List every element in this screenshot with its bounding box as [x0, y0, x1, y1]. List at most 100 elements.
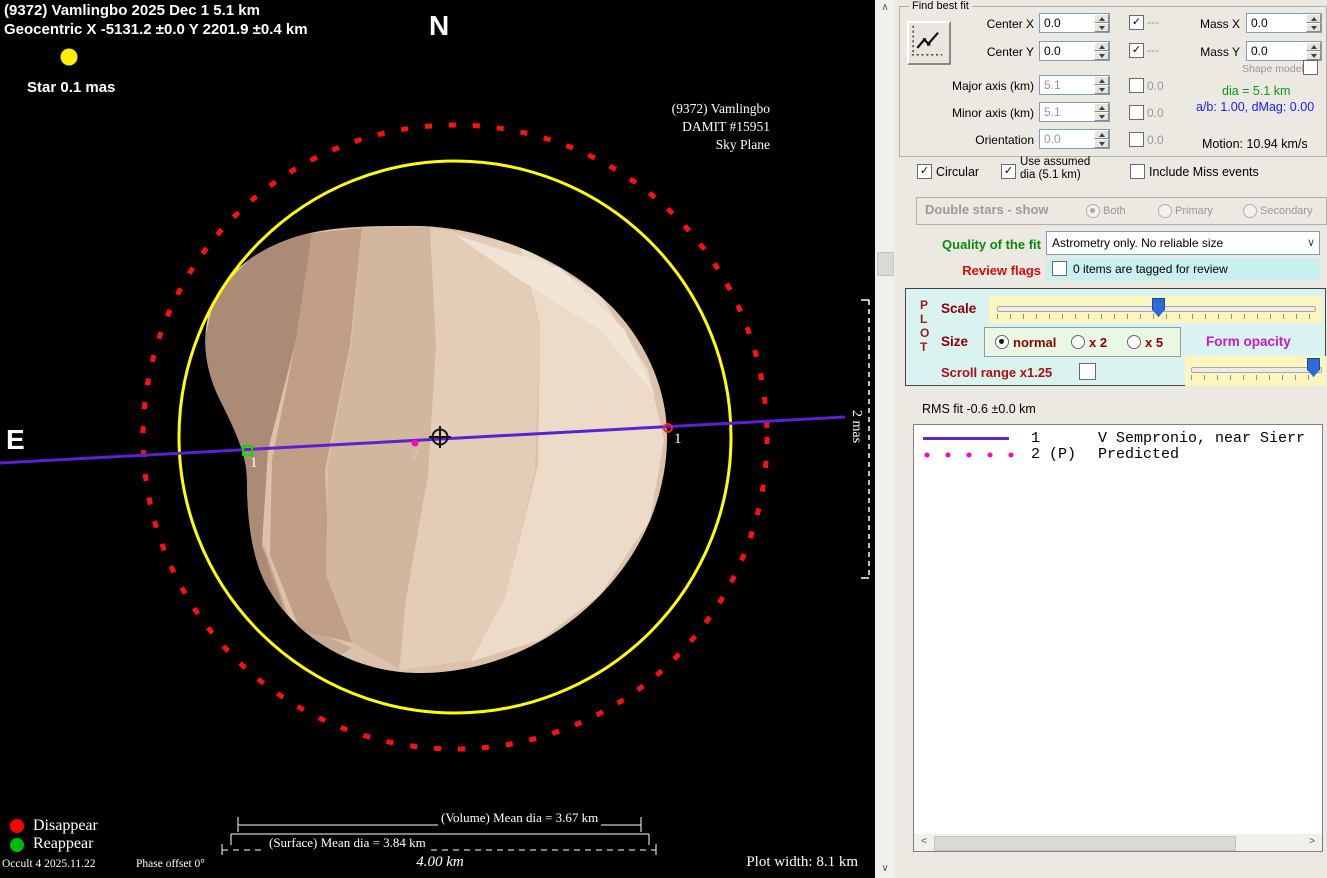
disappear-dot — [10, 819, 24, 833]
minor-axis-up-icon[interactable] — [1094, 103, 1109, 112]
reappear-dot — [10, 838, 24, 852]
major-axis-down-icon[interactable] — [1094, 85, 1109, 94]
legend-predicted-dots-swatch — [923, 451, 1015, 459]
size-x2-radio[interactable] — [1071, 335, 1085, 349]
center-x-spinner[interactable]: 0.0 — [1039, 13, 1110, 33]
mass-x-down-icon[interactable] — [1306, 23, 1321, 32]
form-opacity-slider[interactable] — [1185, 356, 1326, 386]
vertical-scrollbar-thumb[interactable] — [877, 252, 894, 276]
ab-dmag-readout: a/b: 1.00, dMag: 0.00 — [1196, 100, 1314, 114]
reappear-label: Reappear — [33, 835, 93, 853]
scroll-left-icon[interactable]: < — [916, 834, 932, 851]
sky-plane-plot[interactable]: (9372) Vamlingbo 2025 Dec 1 5.1 km Geoce… — [0, 0, 875, 878]
double-stars-label: Double stars - show — [925, 202, 1049, 217]
find-best-fit-label: Find best fit — [909, 0, 972, 12]
form-opacity-label: Form opacity — [1206, 334, 1291, 349]
mass-y-down-icon[interactable] — [1306, 51, 1321, 60]
center-x-down-icon[interactable] — [1094, 23, 1109, 32]
major-axis-aux: 0.0 — [1147, 79, 1164, 93]
phase-offset-label: Phase offset 0° — [136, 858, 205, 870]
shape-model-checkbox[interactable] — [1303, 60, 1318, 75]
chord1-start-number: 1 — [250, 455, 258, 472]
plot-controls-panel: P L O T Scale Size normal x 2 x 5 Form o… — [905, 288, 1326, 386]
orientation-up-icon[interactable] — [1094, 130, 1109, 139]
center-y-up-icon[interactable] — [1094, 42, 1109, 51]
mass-y-spinner[interactable]: 0.0 — [1246, 41, 1322, 61]
orientation-spinner[interactable]: 0.0 — [1039, 129, 1110, 149]
damit-model-line: DAMIT #15951 — [630, 119, 770, 135]
minor-axis-checkbox[interactable] — [1129, 105, 1144, 120]
size-x5-radio[interactable] — [1127, 335, 1141, 349]
double-both-label: Both — [1103, 205, 1126, 217]
major-axis-label: Major axis (km) — [920, 79, 1034, 93]
include-miss-label: Include Miss events — [1149, 165, 1259, 179]
include-miss-checkbox[interactable] — [1130, 164, 1145, 179]
mas-scale-label: 2 mas — [848, 410, 864, 443]
quality-combobox[interactable]: Astrometry only. No reliable size ∨ — [1046, 231, 1320, 255]
size-label: Size — [941, 334, 968, 349]
north-label: N — [429, 10, 449, 42]
orientation-checkbox[interactable] — [1129, 132, 1144, 147]
version-label: Occult 4 2025.11.22 — [2, 858, 95, 870]
circular-checkbox[interactable]: ✓ — [917, 164, 932, 179]
double-primary-radio[interactable] — [1158, 204, 1172, 218]
list-scrollbar-thumb[interactable] — [934, 836, 1236, 851]
use-assumed-label-1: Use assumed — [1020, 156, 1090, 168]
scroll-range-checkbox[interactable] — [1079, 363, 1096, 380]
scale-slider[interactable] — [989, 296, 1322, 323]
center-y-down-icon[interactable] — [1094, 51, 1109, 60]
scroll-up-icon[interactable]: ∧ — [875, 0, 895, 17]
mass-x-spinner[interactable]: 0.0 — [1246, 13, 1322, 33]
predicted-point-number: 2 — [412, 447, 418, 462]
plot-vertical-o: O — [920, 326, 929, 340]
minor-axis-down-icon[interactable] — [1094, 112, 1109, 121]
scroll-down-icon[interactable]: ∨ — [875, 861, 895, 878]
review-flags-label: Review flags — [919, 263, 1041, 278]
center-x-dash: --- — [1147, 15, 1159, 29]
use-assumed-checkbox[interactable]: ✓ — [1001, 164, 1016, 179]
motion-readout: Motion: 10.94 km/s — [1202, 137, 1308, 151]
mass-y-up-icon[interactable] — [1306, 42, 1321, 51]
km-scale-label: 4.00 km — [380, 854, 500, 871]
major-axis-up-icon[interactable] — [1094, 76, 1109, 85]
center-x-checkbox[interactable]: ✓ — [1129, 15, 1144, 30]
find-best-fit-button[interactable] — [907, 21, 951, 65]
vertical-scrollbar[interactable]: ∧ ∨ — [875, 0, 895, 878]
circular-label: Circular — [936, 165, 979, 179]
scroll-right-icon[interactable]: > — [1304, 834, 1320, 851]
center-y-label: Center Y — [954, 45, 1034, 59]
center-y-spinner[interactable]: 0.0 — [1039, 41, 1110, 61]
plot-vertical-l: L — [920, 312, 927, 326]
double-secondary-radio[interactable] — [1243, 204, 1257, 218]
list-horizontal-scrollbar[interactable]: < > — [914, 834, 1322, 851]
orientation-down-icon[interactable] — [1094, 139, 1109, 148]
size-normal-radio[interactable] — [995, 335, 1009, 349]
use-assumed-label-2: dia (5.1 km) — [1020, 169, 1081, 181]
observations-list[interactable]: 1 V Sempronio, near Sierr 2 (P) Predicte… — [913, 424, 1323, 852]
plot-vertical-p: P — [920, 298, 928, 312]
minor-axis-label: Minor axis (km) — [920, 106, 1034, 120]
shape-model-label: Shape model — [1242, 63, 1304, 75]
minor-axis-aux: 0.0 — [1147, 106, 1164, 120]
major-axis-spinner[interactable]: 5.1 — [1039, 75, 1110, 95]
volume-dia-label: (Volume) Mean dia = 3.67 km — [438, 810, 601, 826]
major-axis-checkbox[interactable] — [1129, 78, 1144, 93]
predicted-point — [412, 440, 419, 447]
mass-y-label: Mass Y — [1180, 45, 1240, 59]
occult4-window: (9372) Vamlingbo 2025 Dec 1 5.1 km Geoce… — [0, 0, 1327, 878]
minor-axis-spinner[interactable]: 5.1 — [1039, 102, 1110, 122]
combo-chevron-icon[interactable]: ∨ — [1307, 236, 1315, 249]
surface-dia-label: (Surface) Mean dia = 3.84 km — [266, 835, 429, 851]
star-dot — [61, 49, 78, 66]
double-both-radio[interactable] — [1086, 204, 1100, 218]
center-y-dash: --- — [1147, 43, 1159, 57]
review-flags-checkbox[interactable] — [1052, 261, 1067, 276]
center-y-checkbox[interactable]: ✓ — [1129, 43, 1144, 58]
mass-x-up-icon[interactable] — [1306, 14, 1321, 23]
center-x-up-icon[interactable] — [1094, 14, 1109, 23]
legend-row-1-num: 1 — [1031, 430, 1040, 447]
fit-chart-icon — [909, 23, 945, 59]
legend-chord-line-swatch — [923, 437, 1009, 440]
disappear-label: Disappear — [33, 817, 98, 835]
size-radio-group: normal x 2 x 5 — [984, 327, 1181, 357]
